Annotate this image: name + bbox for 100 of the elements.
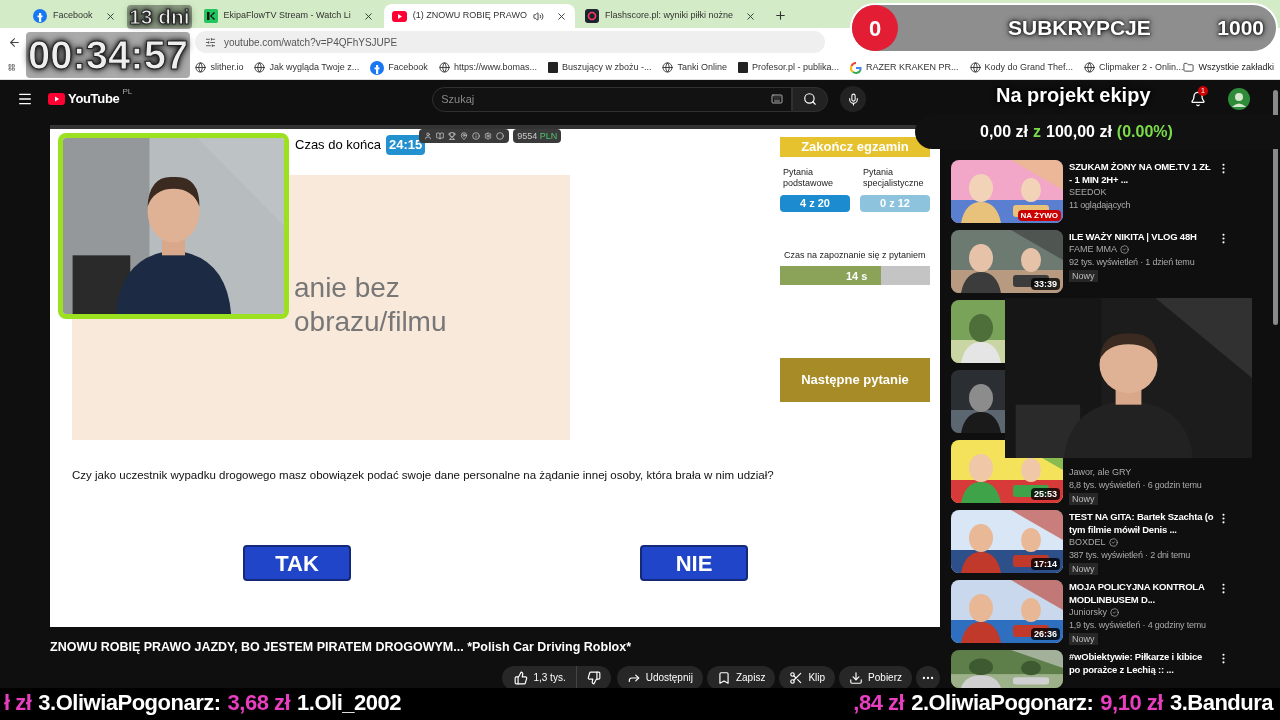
video-title[interactable]: ILE WAŻY NIKITA | VLOG 48H [1069, 230, 1215, 243]
mic-icon [846, 92, 860, 106]
apps-icon[interactable] [8, 62, 16, 73]
toolbar-icon[interactable] [460, 132, 469, 140]
bookmark[interactable]: Buszujący w zbożu -... [547, 60, 652, 75]
thumbs-up-icon [514, 670, 529, 685]
youtube-logo[interactable]: YouTube PL [48, 89, 133, 109]
share-button[interactable]: Udostępnij [616, 665, 703, 690]
bookmark[interactable]: Clipmaker 2 - Onlin... [1083, 60, 1184, 75]
toolbar-icon[interactable] [424, 132, 433, 140]
browser-tab[interactable]: Facebook [25, 4, 124, 28]
video-duration: 26:36 [1030, 628, 1060, 640]
new-badge: Nowy [1069, 563, 1098, 575]
donor-name: 3.OliwiaPogonarz: [38, 689, 221, 717]
scissors-icon [789, 670, 804, 685]
new-badge: Nowy [1069, 633, 1098, 645]
fund-separator: z [1033, 122, 1042, 142]
question-counter: 0 z 12 [860, 195, 930, 212]
answer-button[interactable]: NIE [640, 545, 748, 582]
toolbar-icon[interactable] [448, 132, 457, 140]
channel-name[interactable]: BOXDEL [1069, 536, 1106, 549]
globe-icon [438, 62, 450, 73]
video-duration: 33:39 [1030, 278, 1060, 290]
play-icon [391, 10, 407, 22]
folder-icon [1183, 62, 1195, 73]
close-icon[interactable] [555, 10, 567, 22]
new-badge: Nowy [1069, 270, 1098, 282]
search-icon [803, 92, 818, 106]
bookmark[interactable]: https://www.bomas... [438, 60, 537, 75]
bookmark[interactable]: slither.io [195, 60, 244, 75]
download-icon [849, 670, 864, 685]
tab-title: (1) ZNOWU ROBIĘ PRAWO [412, 9, 527, 23]
channel-name[interactable]: Jawor, ale GRY [1069, 466, 1132, 479]
toolbar-icon[interactable] [436, 132, 445, 140]
browser-tab[interactable]: (1) ZNOWU ROBIĘ PRAWO [383, 4, 575, 28]
dislike-button[interactable] [576, 665, 611, 690]
new-badge: Nowy [1069, 493, 1098, 505]
like-button[interactable]: 1,3 tys. [502, 665, 577, 690]
bookmark[interactable]: Profesor.pl - publika... [738, 60, 840, 75]
channel-name[interactable]: Juniorsky [1069, 606, 1107, 619]
bookmark[interactable]: Tanki Online [662, 60, 727, 75]
bookmark[interactable]: Kody do Grand Thef... [969, 60, 1073, 75]
video-title: ZNOWU ROBIĘ PRAWO JAZDY, BO JESTEM PIRATEM DROGOWYM... *Polish Car Driving Roblox* [50, 639, 633, 656]
counter-label: Pytania specjalistyczne [862, 167, 925, 189]
counter-label: Pytania podstawowe [782, 167, 835, 189]
browser-tab[interactable]: Flashscore.pl: wyniki piłki nożne [576, 4, 764, 28]
tab-title: EkipaFlowTV Stream - Watch Li [223, 9, 351, 23]
clip-button[interactable]: Klip [779, 665, 836, 690]
reading-time-label: Czas na zapoznanie się z pytaniem [784, 249, 927, 262]
channel-name[interactable]: FAME MMA [1069, 243, 1117, 256]
all-bookmarks[interactable]: Wszystkie zakładki [1183, 60, 1274, 75]
menu-icon[interactable] [17, 91, 33, 107]
video-duration: 25:53 [1030, 488, 1060, 500]
search-button[interactable] [792, 86, 829, 112]
donor-name: 1.Oli_2002 [297, 689, 401, 717]
close-icon[interactable] [744, 10, 756, 22]
video-title[interactable]: #wObiektywie: Piłkarze i kibice po porażce z Lechią :: ... [1069, 650, 1215, 676]
video-meta: 11 oglądających [1069, 199, 1132, 212]
save-button[interactable]: Zapisz [706, 665, 776, 690]
voice-search-button[interactable] [840, 86, 867, 112]
video-player[interactable] [50, 125, 940, 627]
bookmark[interactable]: RAZER KRAKEN PR... [850, 60, 959, 75]
subscriber-goal: 1000 [1217, 15, 1264, 42]
globe-icon [662, 62, 674, 73]
channel-name[interactable]: SEEDOK [1069, 186, 1107, 199]
play-icon [48, 93, 65, 105]
stream-timer: 00:34:57 [26, 32, 191, 78]
tab-title: Facebook [53, 9, 93, 23]
video-title[interactable]: TEST NA GITA: Bartek Szachta (o tym filmie mówił Denis ... [1069, 510, 1215, 536]
keyboard-icon[interactable] [771, 93, 784, 105]
site-settings-icon [205, 36, 216, 48]
fund-raised: 0,00 zł [980, 122, 1029, 142]
browser-tab[interactable]: EkipaFlowTV Stream - Watch Li [195, 4, 382, 28]
site-icon [547, 62, 558, 73]
close-icon[interactable] [362, 10, 374, 22]
download-button[interactable]: Pobierz [839, 665, 912, 690]
globe-icon [254, 62, 266, 73]
toolbar-icon[interactable] [484, 132, 493, 140]
avatar[interactable] [1228, 88, 1250, 110]
video-title[interactable]: SZUKAM ŻONY NA OME.TV 1 ZŁ - 1 MIN 2H+ ... [1069, 160, 1215, 186]
donation-amount: 9,10 zł [1100, 689, 1163, 717]
bell-icon[interactable] [1190, 91, 1206, 107]
back-icon[interactable] [8, 35, 21, 49]
new-tab-icon[interactable] [773, 9, 787, 22]
address-bar[interactable]: youtube.com/watch?v=P4QFhYSJUPE [195, 31, 825, 53]
video-meta: 8,8 tys. wyświetleń · 6 godzin temu [1069, 479, 1203, 492]
fund-percent: (0.00%) [1116, 122, 1173, 142]
url-text: youtube.com/watch?v=P4QFhYSJUPE [224, 35, 398, 50]
answer-button[interactable]: TAK [243, 545, 351, 582]
search-field[interactable]: Szukaj [432, 86, 793, 112]
globe-icon [969, 62, 981, 73]
toolbar-icon[interactable] [472, 132, 481, 140]
video-title[interactable]: MOJA POLICYJNA KONTROLA MODLINBUSEM D... [1069, 580, 1215, 606]
bookmark[interactable]: Facebook [370, 60, 428, 75]
close-icon[interactable] [104, 10, 116, 22]
globe-icon [1083, 62, 1095, 73]
toolbar-icon[interactable] [496, 132, 505, 140]
bookmark[interactable]: Jak wygląda Twoje z... [254, 60, 360, 75]
speaker-icon[interactable] [532, 10, 544, 22]
video-meta: 1,9 tys. wyświetleń · 4 godziny temu [1069, 619, 1207, 632]
